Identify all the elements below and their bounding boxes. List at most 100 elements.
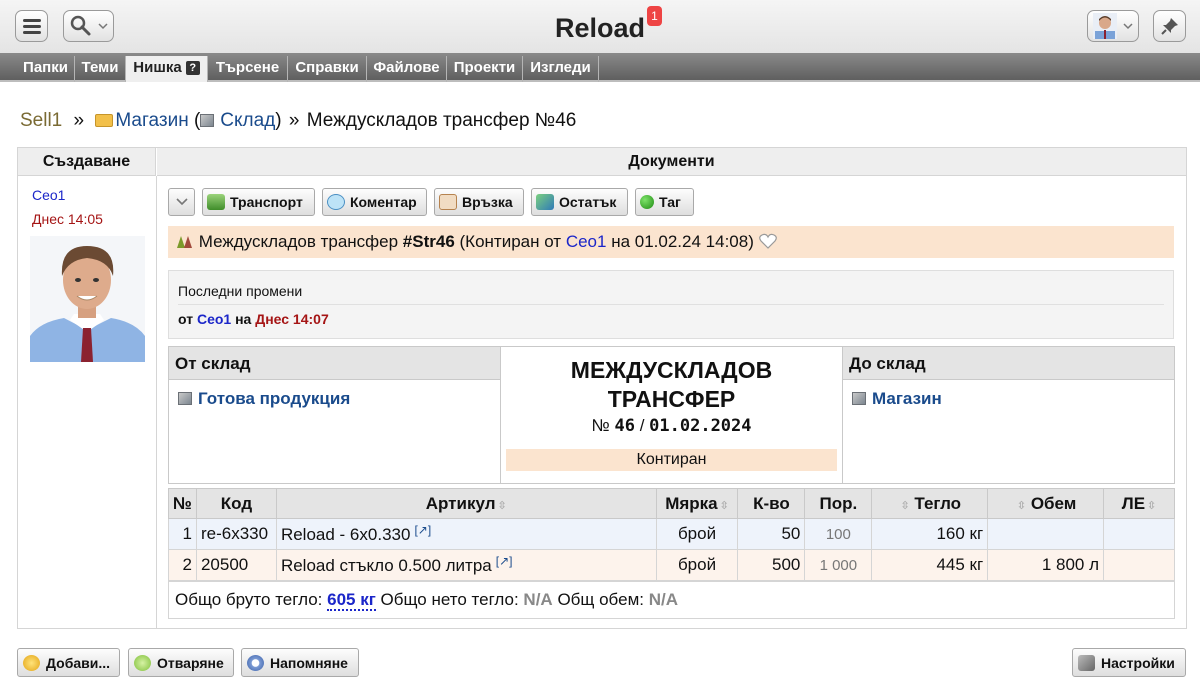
add-button[interactable]: Добави...	[17, 648, 120, 677]
tag-button[interactable]: Таг	[635, 188, 694, 216]
transfer-icon	[177, 236, 192, 248]
open-button[interactable]: Отваряне	[128, 648, 234, 677]
remind-button[interactable]: Напомняне	[241, 648, 359, 677]
last-changes-panel: Последни промени от Ceo1 на Днес 14:07	[168, 270, 1174, 339]
tab-folders[interactable]: Папки	[17, 56, 75, 82]
search-icon	[70, 15, 108, 36]
tab-topics[interactable]: Теми	[75, 56, 126, 82]
tab-projects-label: Проекти	[453, 59, 516, 76]
heart-icon[interactable]	[758, 233, 777, 249]
add-label: Добави...	[46, 654, 111, 671]
comment-label: Коментар	[350, 194, 417, 210]
posted-by-user[interactable]: Ceo1	[566, 232, 607, 251]
tab-folders-label: Папки	[23, 59, 68, 76]
to-store-box: До склад Магазин	[842, 346, 1175, 484]
document-title-row: Междускладов трансфер #Str46 (Контиран о…	[168, 226, 1174, 258]
volume-value: N/A	[648, 590, 678, 609]
warehouse-icon	[200, 114, 215, 127]
col-le[interactable]: ЛЕ ⇳	[1103, 488, 1175, 519]
tab-thread[interactable]: Нишка?	[126, 56, 208, 82]
comment-button[interactable]: Коментар	[322, 188, 427, 216]
comment-icon	[327, 194, 345, 210]
transport-button[interactable]: Транспорт	[202, 188, 315, 216]
breadcrumb-root[interactable]: Sell1	[20, 110, 62, 131]
tab-search-label: Търсене	[215, 59, 280, 76]
document-heading: МЕЖДУСКЛАДОВ ТРАНСФЕР	[500, 356, 843, 414]
warehouse-icon	[852, 392, 866, 405]
cell-le	[1103, 549, 1175, 581]
from-store-link[interactable]: Готова продукция	[198, 389, 350, 408]
col-code: Код	[195, 488, 277, 519]
external-link-icon[interactable]: [↗]	[414, 523, 431, 537]
items-table: № Код Артикул ⇳ Мярка ⇳ К-во Пор. ⇳ Тегло …	[168, 488, 1175, 581]
tab-projects[interactable]: Проекти	[447, 56, 523, 82]
col-unit[interactable]: Мярка ⇳	[655, 488, 739, 519]
documents-column-header: Документи	[157, 148, 1186, 176]
posted-prefix: (Контиран от	[459, 232, 562, 251]
sort-icon[interactable]: ⇳	[1017, 500, 1026, 512]
to-store-label: До склад	[843, 347, 1174, 380]
document-status: Контиран	[506, 449, 837, 471]
volume-label: Общ обем:	[557, 590, 644, 609]
to-store-link[interactable]: Магазин	[872, 389, 942, 408]
sort-icon[interactable]: ⇳	[720, 500, 729, 512]
transport-label: Транспорт	[230, 194, 303, 210]
tab-search[interactable]: Търсене	[208, 56, 288, 82]
sort-icon[interactable]: ⇳	[498, 500, 507, 512]
gross-weight-value[interactable]: 605 кг	[327, 590, 376, 611]
search-button[interactable]	[63, 10, 114, 42]
hamburger-icon	[22, 18, 41, 34]
col-weight[interactable]: ⇳ Тегло	[871, 488, 989, 519]
gross-weight-label: Общо бруто тегло:	[175, 590, 323, 609]
creator-name[interactable]: Ceo1	[32, 187, 65, 203]
tab-reports[interactable]: Справки	[288, 56, 367, 82]
cell-weight: 160 кг	[871, 518, 989, 550]
notification-badge[interactable]: 1	[647, 6, 662, 26]
table-row: 2 20500 Reload стъкло 0.500 литра [↗] бро…	[168, 549, 1175, 581]
external-link-icon[interactable]: [↗]	[496, 554, 513, 568]
col-article[interactable]: Артикул ⇳	[275, 488, 657, 519]
breadcrumb-separator: »	[288, 110, 300, 131]
breadcrumb-store[interactable]: Склад	[220, 110, 275, 131]
col-code-label: Код	[220, 493, 253, 513]
tab-thread-label: Нишка	[133, 59, 182, 76]
settings-button[interactable]: Настройки	[1072, 648, 1186, 677]
balance-button[interactable]: Остатък	[531, 188, 628, 216]
cell-unit: брой	[655, 518, 739, 550]
avatar	[1093, 13, 1133, 39]
help-icon[interactable]: ?	[185, 61, 200, 75]
top-bar: Reload 1	[0, 0, 1200, 53]
document-heading-line1: МЕЖДУСКЛАДОВ	[570, 357, 773, 383]
tab-files[interactable]: Файлове	[367, 56, 447, 82]
balance-icon	[536, 194, 554, 210]
sort-icon[interactable]: ⇳	[1147, 500, 1156, 512]
cell-order: 1 000	[804, 549, 873, 581]
col-volume[interactable]: ⇳ Обем	[987, 488, 1105, 519]
more-actions-button[interactable]	[168, 188, 195, 216]
breadcrumb-folder[interactable]: Магазин	[115, 110, 188, 131]
sort-icon[interactable]: ⇳	[900, 500, 909, 512]
cell-qty: 500	[737, 549, 806, 581]
open-label: Отваряне	[157, 654, 224, 671]
document-handle[interactable]: #Str46	[403, 232, 455, 251]
article-text: Reload стъкло 0.500 литра	[280, 556, 492, 575]
star-icon	[23, 654, 40, 671]
remind-label: Напомняне	[270, 654, 348, 671]
net-weight-label: Общо нето тегло:	[380, 590, 519, 609]
main-menu-button[interactable]	[15, 10, 48, 42]
tab-topics-label: Теми	[81, 59, 119, 76]
col-article-label: Артикул	[425, 493, 496, 513]
user-avatar-button[interactable]	[1087, 10, 1139, 42]
pin-button[interactable]	[1153, 10, 1186, 42]
document-number: 46	[614, 416, 635, 436]
link-button[interactable]: Връзка	[434, 188, 524, 216]
change-user[interactable]: Ceo1	[197, 311, 231, 327]
app-title[interactable]: Reload	[555, 13, 645, 43]
col-order-label: Пор.	[819, 493, 858, 513]
breadcrumb-paren-close: )	[275, 110, 282, 131]
link-document-icon	[439, 194, 457, 210]
document-header-center: МЕЖДУСКЛАДОВ ТРАНСФЕР № 46 / 01.02.2024 …	[500, 346, 843, 484]
tab-views[interactable]: Изгледи	[523, 56, 599, 82]
col-le-label: ЛЕ	[1121, 493, 1146, 513]
document-heading-line2: ТРАНСФЕР	[607, 386, 736, 412]
